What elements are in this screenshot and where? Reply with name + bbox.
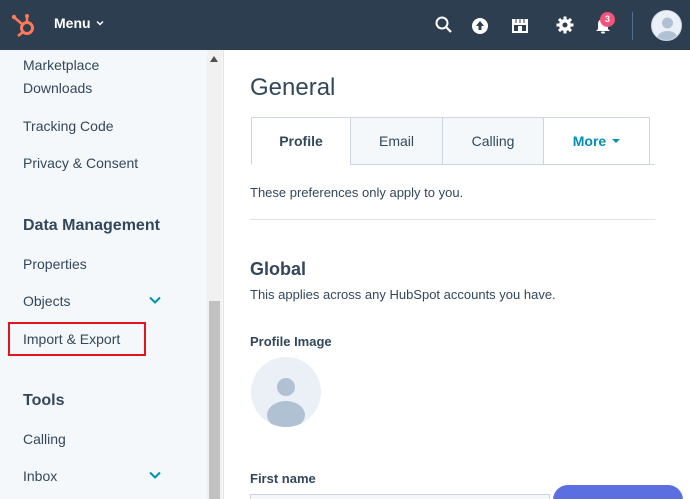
- sidebar-item-tracking-code[interactable]: Tracking Code: [23, 118, 114, 134]
- upgrade-arrow-icon[interactable]: [469, 14, 491, 36]
- sidebar-item-inbox[interactable]: Inbox: [23, 468, 57, 484]
- sidebar-scrollbar-thumb[interactable]: [209, 301, 220, 499]
- sidebar-item-properties[interactable]: Properties: [23, 256, 87, 272]
- user-avatar[interactable]: [651, 10, 682, 41]
- tab-profile[interactable]: Profile: [251, 117, 351, 165]
- scroll-up-arrow-icon[interactable]: [210, 56, 218, 62]
- tab-email[interactable]: Email: [351, 117, 443, 165]
- profile-image-avatar[interactable]: [251, 357, 321, 427]
- tab-email-label: Email: [378, 133, 414, 149]
- profile-image-label: Profile Image: [250, 334, 332, 349]
- menu-button[interactable]: Menu: [54, 15, 105, 31]
- chat-widget-button[interactable]: [553, 485, 683, 499]
- first-name-input[interactable]: [250, 494, 550, 499]
- user-silhouette-icon: [657, 17, 678, 40]
- sidebar-item-privacy-consent[interactable]: Privacy & Consent: [23, 155, 138, 171]
- first-name-label: First name: [250, 471, 316, 486]
- notification-count-badge: 3: [600, 12, 615, 27]
- page-title: General: [250, 74, 336, 101]
- global-section-description: This applies across any HubSpot accounts…: [250, 287, 556, 302]
- sidebar-item-objects[interactable]: Objects: [23, 293, 70, 309]
- hubspot-logo-icon[interactable]: [10, 12, 38, 38]
- search-icon[interactable]: [433, 14, 455, 36]
- preferences-note: These preferences only apply to you.: [250, 185, 464, 200]
- nav-divider: [632, 12, 633, 40]
- section-divider: [250, 219, 655, 220]
- inbox-expand-chevron-icon[interactable]: [147, 467, 163, 483]
- sidebar-item-calling[interactable]: Calling: [23, 431, 66, 447]
- top-navigation-bar: Menu 3: [0, 0, 690, 50]
- tab-calling[interactable]: Calling: [443, 117, 544, 165]
- objects-expand-chevron-icon[interactable]: [147, 292, 163, 308]
- marketplace-icon[interactable]: [509, 14, 531, 36]
- chevron-down-icon: [96, 20, 104, 26]
- tabs-baseline: [350, 164, 655, 165]
- sidebar-item-marketplace[interactable]: Marketplace: [23, 57, 99, 73]
- tab-profile-label: Profile: [279, 133, 323, 149]
- menu-label: Menu: [54, 15, 91, 31]
- tab-more-label: More: [572, 133, 607, 149]
- tab-more-dropdown[interactable]: More: [544, 117, 650, 165]
- sidebar-section-tools: Tools: [23, 392, 65, 409]
- sidebar-item-downloads[interactable]: Downloads: [23, 80, 92, 96]
- settings-tabs: Profile Email Calling More: [251, 117, 650, 165]
- import-export-highlight-box: [8, 322, 146, 356]
- settings-gear-icon[interactable]: [554, 14, 576, 36]
- caret-down-icon: [612, 139, 621, 143]
- tab-calling-label: Calling: [471, 133, 515, 149]
- sidebar-section-data-management: Data Management: [23, 217, 160, 234]
- global-section-title: Global: [250, 259, 307, 279]
- user-silhouette-icon: [267, 378, 305, 427]
